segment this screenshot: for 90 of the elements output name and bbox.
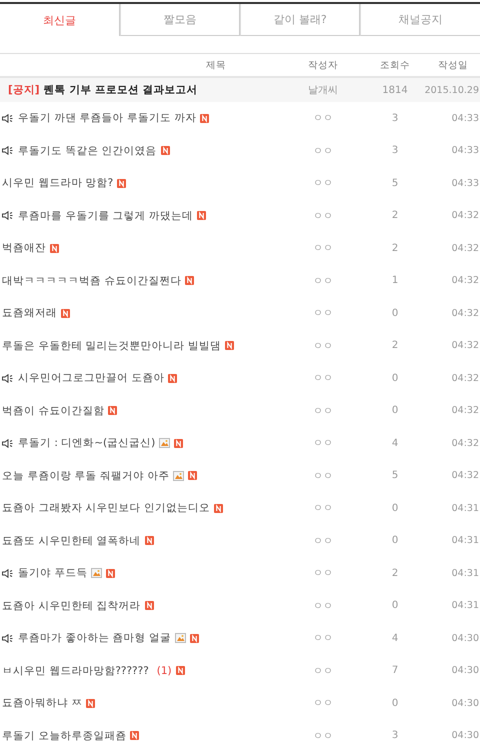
- view-count: 1: [392, 275, 398, 286]
- view-count: 2: [392, 210, 398, 222]
- view-count: 0: [392, 372, 398, 384]
- author: ㅇㅇ: [313, 144, 333, 158]
- post-date: 04:32: [452, 242, 480, 254]
- post-title[interactable]: 루돌기 : 디엔화~(굽신굽신): [18, 436, 156, 450]
- post-title[interactable]: 됴죰또 시우민한테 열폭하네: [2, 534, 141, 548]
- post-date: 04:33: [452, 178, 480, 189]
- post-title[interactable]: 됴죰아 그래봤자 시우민보다 인기없는디오: [2, 501, 210, 516]
- view-count: 2: [392, 568, 398, 579]
- post-title[interactable]: 대박ㅋㅋㅋㅋㅋ벅죰 슈됴이간질쩐다: [2, 274, 182, 288]
- comment-count: (1): [156, 664, 172, 677]
- author: ㅇㅇ: [313, 404, 333, 418]
- view-count: 0: [392, 698, 398, 709]
- view-count: 2: [392, 340, 398, 352]
- author: ㅇㅇ: [313, 177, 333, 190]
- author: ㅇㅇ: [313, 567, 333, 580]
- view-count: 4: [392, 438, 398, 449]
- post-title[interactable]: 됴죰왜저래: [2, 306, 57, 320]
- post-title[interactable]: 시우민 웹드라마 망함?: [2, 176, 114, 190]
- view-count: 0: [392, 405, 398, 416]
- post-title[interactable]: 오늘 루죰이랑 루돌 줘팰거야 아주: [2, 468, 170, 483]
- view-count: 1814: [382, 84, 408, 96]
- column-header: 작성일: [438, 58, 468, 72]
- post-date: 04:32: [452, 340, 480, 352]
- post-date: 04:31: [452, 535, 480, 546]
- author: ㅇㅇ: [313, 340, 333, 353]
- author: ㅇㅇ: [313, 112, 333, 126]
- view-count: 0: [392, 600, 398, 612]
- author: ㅇㅇ: [313, 502, 333, 516]
- column-header: 작성자: [308, 58, 338, 72]
- view-count: 0: [392, 502, 398, 514]
- post-date: 04:32: [452, 470, 480, 482]
- author: ㅇㅇ: [313, 274, 333, 288]
- post-date: 04:30: [452, 698, 480, 709]
- view-count: 0: [392, 308, 398, 319]
- author: ㅇㅇ: [313, 632, 333, 646]
- view-count: 5: [392, 178, 398, 189]
- author: ㅇㅇ: [313, 210, 333, 223]
- post-title[interactable]: 루돌기도 똑같은 인간이였음: [18, 144, 157, 158]
- view-count: 3: [392, 730, 398, 742]
- post-title[interactable]: 됴죰아 시우민한테 집착꺼라: [2, 598, 141, 613]
- post-date: 04:33: [452, 145, 480, 156]
- post-title[interactable]: 루돌기 오늘하루종일패죰: [2, 728, 126, 743]
- post-date: 04:32: [452, 405, 480, 416]
- view-count: 2: [392, 242, 398, 254]
- post-title[interactable]: ㅂ시우민 웹드라마망함??????: [2, 664, 149, 678]
- notice-tag: [공지]: [8, 83, 40, 97]
- column-header: 조회수: [380, 58, 410, 72]
- post-date: 04:33: [452, 112, 480, 124]
- post-date: 04:32: [452, 210, 480, 222]
- view-count: 3: [392, 145, 398, 156]
- author: ㅇㅇ: [313, 307, 333, 320]
- post-date: 04:32: [452, 438, 480, 449]
- author: ㅇㅇ: [313, 470, 333, 483]
- post-title[interactable]: 됴죰아뭐하냐 ㅉ: [2, 696, 82, 710]
- view-count: 3: [392, 112, 398, 124]
- post-title[interactable]: 벅죰이 슈됴이간질함: [2, 404, 104, 418]
- view-count: 5: [392, 470, 398, 482]
- post-title[interactable]: 루죰마를 우돌기를 그렇게 까댔는데: [18, 208, 194, 223]
- author: 날개씨: [308, 84, 338, 97]
- post-date: 2015.10.29: [424, 84, 480, 96]
- author: ㅇㅇ: [313, 437, 333, 450]
- post-title[interactable]: 루죰마가 좋아하는 죰마형 얼굴: [18, 631, 172, 646]
- author: ㅇㅇ: [313, 242, 333, 256]
- post-title[interactable]: 우돌기 까댄 루죰들아 루돌기도 까자: [18, 111, 196, 126]
- post-date: 04:30: [452, 665, 480, 676]
- post-date: 04:32: [452, 275, 480, 286]
- post-date: 04:32: [452, 372, 480, 384]
- author: ㅇㅇ: [313, 697, 333, 710]
- post-title[interactable]: 루돌은 우돌한테 밀리는것뿐만아니라 빌빌댐: [2, 338, 222, 353]
- author: ㅇㅇ: [313, 600, 333, 613]
- view-count: 4: [392, 632, 398, 644]
- post-date: 04:31: [452, 600, 480, 612]
- post-title[interactable]: 퀜톡 기부 프로모션 결과보고서: [44, 83, 198, 97]
- post-title[interactable]: 벅죰애잔: [2, 241, 46, 256]
- post-date: 04:30: [452, 632, 480, 644]
- post-date: 04:31: [452, 568, 480, 579]
- view-count: 7: [392, 665, 398, 676]
- post-date: 04:30: [452, 730, 480, 742]
- author: ㅇㅇ: [313, 534, 333, 548]
- author: ㅇㅇ: [313, 372, 333, 386]
- post-title[interactable]: 시우민어그로그만끌어 도죰아: [18, 371, 164, 386]
- post-date: 04:32: [452, 308, 480, 319]
- author: ㅇㅇ: [313, 664, 333, 678]
- author: ㅇㅇ: [313, 730, 333, 743]
- column-header: 제목: [206, 58, 226, 72]
- view-count: 0: [392, 535, 398, 546]
- post-title[interactable]: 돌기야 푸드득: [18, 566, 88, 580]
- post-date: 04:31: [452, 502, 480, 514]
